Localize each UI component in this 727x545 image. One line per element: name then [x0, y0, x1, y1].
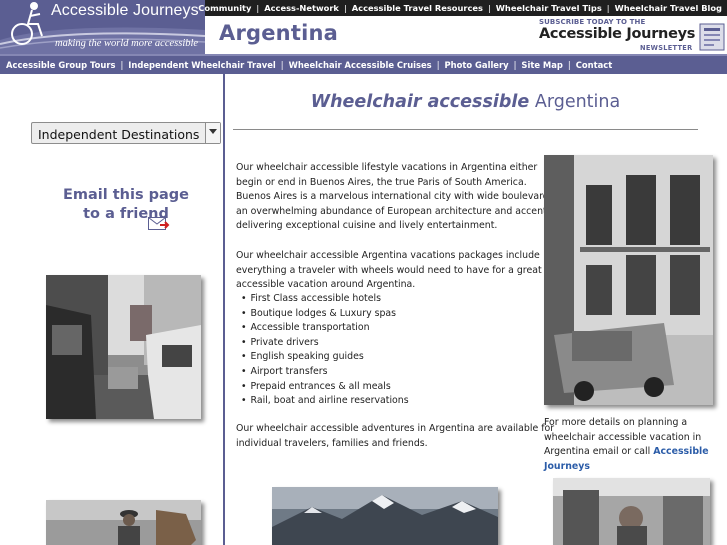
caption-text: Argentina email or call	[544, 446, 654, 458]
subscribe-line2: Accessible Journeys	[539, 26, 696, 42]
topnav-travel-resources[interactable]: Accessible Travel Resources	[352, 3, 483, 13]
left-sidebar: Independent Destinations Email this page…	[0, 74, 223, 545]
mainnav-photo-gallery[interactable]: Photo Gallery	[445, 60, 509, 70]
heading-divider	[233, 129, 698, 130]
package-features-list: First Class accessible hotels Boutique l…	[241, 292, 409, 409]
subscribe-line1: SUBSCRIBE TODAY TO THE	[539, 18, 646, 26]
subscribe-line3: NEWSLETTER	[640, 44, 693, 52]
nav-separator: |	[513, 60, 517, 70]
email-page-link[interactable]: Email this page to a friend	[56, 186, 196, 224]
gaucho-horse-photo	[46, 500, 201, 545]
brand-tagline: making the world more accessible	[55, 38, 199, 49]
email-link-line2: to a friend	[83, 206, 169, 222]
newsletter-icon	[699, 23, 725, 51]
list-item: Private drivers	[241, 336, 409, 351]
list-item: Boutique lodges & Luxury spas	[241, 307, 409, 322]
contact-caption: For more details on planning a wheelchai…	[544, 416, 719, 474]
nav-separator: |	[280, 60, 284, 70]
heading-country: Argentina	[534, 92, 621, 112]
dropdown-arrow-button[interactable]	[205, 123, 220, 143]
caption-line: wheelchair accessible vacation in	[544, 431, 702, 443]
nav-separator: |	[567, 60, 571, 70]
paragraph-line: everything a traveler with wheels would …	[236, 264, 542, 276]
email-link-line1: Email this page	[62, 187, 190, 203]
topnav-community[interactable]: Community	[198, 3, 251, 13]
mainnav-group-tours[interactable]: Accessible Group Tours	[6, 60, 115, 70]
destinations-selected-value: Independent Destinations	[38, 127, 200, 142]
paragraph-line: Our wheelchair accessible lifestyle vaca…	[236, 162, 538, 173]
nav-separator: |	[606, 3, 610, 13]
mountains-photo	[272, 487, 498, 545]
accessible-journeys-link-cont[interactable]: Journeys	[544, 460, 719, 475]
list-item: First Class accessible hotels	[241, 292, 409, 307]
paragraph-line: begin or end in Buenos Aires, the true P…	[236, 176, 527, 188]
accessible-vehicle-photo	[553, 478, 710, 545]
topnav-access-network[interactable]: Access-Network	[264, 3, 339, 13]
site-logo[interactable]: Accessible Journeys making the world mor…	[0, 0, 205, 54]
topnav-travel-blog[interactable]: Wheelchair Travel Blog	[615, 3, 722, 13]
title-bar: Argentina SUBSCRIBE TODAY TO THE Accessi…	[205, 16, 727, 54]
street-vans-photo	[46, 275, 201, 419]
buenos-aires-building-photo	[544, 155, 713, 405]
paragraph-line: individual travelers, families and frien…	[236, 437, 428, 449]
paragraph-line: delivering exceptional cuisine and livel…	[236, 220, 498, 232]
availability-paragraph: Our wheelchair accessible adventures in …	[236, 422, 555, 451]
brand-name: Accessible Journeys	[51, 2, 199, 19]
destinations-dropdown[interactable]: Independent Destinations	[31, 122, 221, 144]
list-item: Prepaid entrances & all meals	[241, 380, 409, 395]
chevron-down-icon	[209, 129, 217, 134]
nav-separator: |	[343, 3, 347, 13]
list-item: Airport transfers	[241, 365, 409, 380]
list-item: Rail, boat and airline reservations	[241, 394, 409, 409]
email-envelope-icon[interactable]	[148, 215, 170, 231]
column-divider	[223, 74, 225, 545]
nav-separator: |	[487, 3, 491, 13]
nav-separator: |	[436, 60, 440, 70]
intro-paragraph: Our wheelchair accessible lifestyle vaca…	[236, 161, 557, 234]
nav-separator: |	[256, 3, 260, 13]
mainnav-accessible-cruises[interactable]: Wheelchair Accessible Cruises	[289, 60, 432, 70]
mainnav-independent-travel[interactable]: Independent Wheelchair Travel	[128, 60, 275, 70]
list-item: Accessible transportation	[241, 321, 409, 336]
paragraph-line: an overwhelming abundance of European ar…	[236, 205, 555, 217]
page-title: Argentina	[219, 21, 338, 45]
nav-separator: |	[120, 60, 124, 70]
content-heading: Wheelchair accessible Argentina	[233, 92, 698, 112]
caption-line: For more details on planning a	[544, 417, 688, 428]
mainnav-contact[interactable]: Contact	[576, 60, 613, 70]
main-navigation: Accessible Group Tours | Independent Whe…	[0, 54, 727, 74]
paragraph-line: Our wheelchair accessible Argentina vaca…	[236, 250, 540, 261]
accessible-journeys-link[interactable]: Accessible	[653, 446, 708, 457]
topnav-travel-tips[interactable]: Wheelchair Travel Tips	[496, 3, 602, 13]
packages-paragraph: Our wheelchair accessible Argentina vaca…	[236, 249, 542, 293]
paragraph-line: Buenos Aires is a marvelous internationa…	[236, 191, 557, 203]
paragraph-line: accessible vacation around Argentina.	[236, 279, 416, 291]
newsletter-subscribe-banner[interactable]: SUBSCRIBE TODAY TO THE Accessible Journe…	[539, 18, 727, 53]
list-item: English speaking guides	[241, 350, 409, 365]
mainnav-site-map[interactable]: Site Map	[521, 60, 562, 70]
top-navigation: Community | Access-Network | Accessible …	[198, 0, 727, 16]
paragraph-line: Our wheelchair accessible adventures in …	[236, 423, 555, 434]
heading-italic-part: Wheelchair accessible	[310, 92, 530, 112]
caption-line: Argentina email or call Accessible	[544, 445, 719, 460]
